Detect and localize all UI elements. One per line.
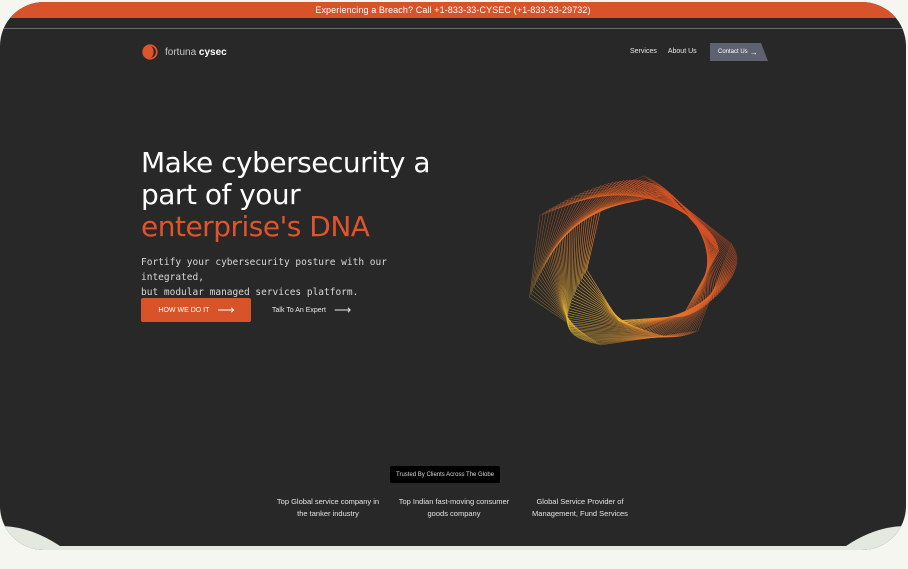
client-line-1: Top Indian fast-moving consumer: [398, 497, 510, 506]
contact-us-button[interactable]: Contact Us →: [710, 43, 768, 61]
client-item: Top Indian fast-moving consumer goods co…: [394, 496, 514, 520]
client-line-2: the tanker industry: [297, 509, 359, 518]
hero-title-line-2: part of your: [141, 178, 301, 211]
nav-link-services[interactable]: Services: [630, 48, 657, 55]
swirl-ribbon-graphic: [529, 175, 738, 346]
arrow-right-icon: →: [749, 47, 758, 57]
client-item: Top Global service company in the tanker…: [268, 496, 388, 520]
contact-us-label: Contact Us: [718, 49, 748, 55]
how-we-do-it-button[interactable]: HOW WE DO IT ⟶: [141, 298, 251, 322]
hero-title-line-1: Make cybersecurity a: [141, 146, 431, 179]
top-nav: fortuna cysec Services About Us Contact …: [0, 39, 906, 65]
client-line-2: goods company: [427, 509, 481, 518]
long-arrow-right-icon: ⟶: [217, 303, 234, 317]
trusted-badge: Trusted By Clients Across The Globe: [390, 466, 501, 483]
client-line-2: Management, Fund Services: [532, 509, 628, 518]
nav-link-about-us[interactable]: About Us: [668, 48, 697, 55]
breach-banner[interactable]: Experiencing a Breach? Call +1-833-33-CY…: [0, 2, 906, 18]
fortuna-logo-icon: [142, 44, 158, 60]
swirl-line: [552, 185, 730, 336]
talk-to-expert-link[interactable]: Talk To An Expert ⟶: [272, 303, 351, 317]
swirl-line: [530, 177, 734, 345]
brand-logo[interactable]: fortuna cysec: [141, 43, 227, 61]
page-frame: Experiencing a Breach? Call +1-833-33-CY…: [0, 2, 906, 550]
brand-name-light: fortuna: [165, 46, 199, 58]
talk-to-expert-label: Talk To An Expert: [272, 306, 326, 314]
breach-banner-text[interactable]: Experiencing a Breach? Call +1-833-33-CY…: [315, 5, 590, 15]
hero-subtitle-line-1: Fortify your cybersecurity posture with …: [141, 257, 387, 283]
brand-name-bold: cysec: [198, 46, 227, 58]
brand-name: fortuna cysec: [165, 47, 227, 58]
nav-links: Services About Us: [630, 48, 697, 55]
banner-divider: [0, 28, 906, 29]
hero-title-accent: enterprise's DNA: [141, 210, 370, 243]
hero-subtitle: Fortify your cybersecurity posture with …: [141, 255, 411, 300]
trusted-badge-text: Trusted By Clients Across The Globe: [396, 471, 495, 478]
long-arrow-right-icon: ⟶: [333, 303, 351, 317]
how-we-do-it-label: HOW WE DO IT: [158, 306, 210, 314]
client-item: Global Service Provider of Management, F…: [520, 496, 640, 520]
bottom-curve: [0, 526, 906, 550]
client-line-1: Global Service Provider of: [536, 497, 624, 506]
swirl-line: [548, 189, 735, 337]
hero-title: Make cybersecurity a part of your enterp…: [141, 147, 441, 243]
client-line-1: Top Global service company in: [276, 497, 380, 506]
